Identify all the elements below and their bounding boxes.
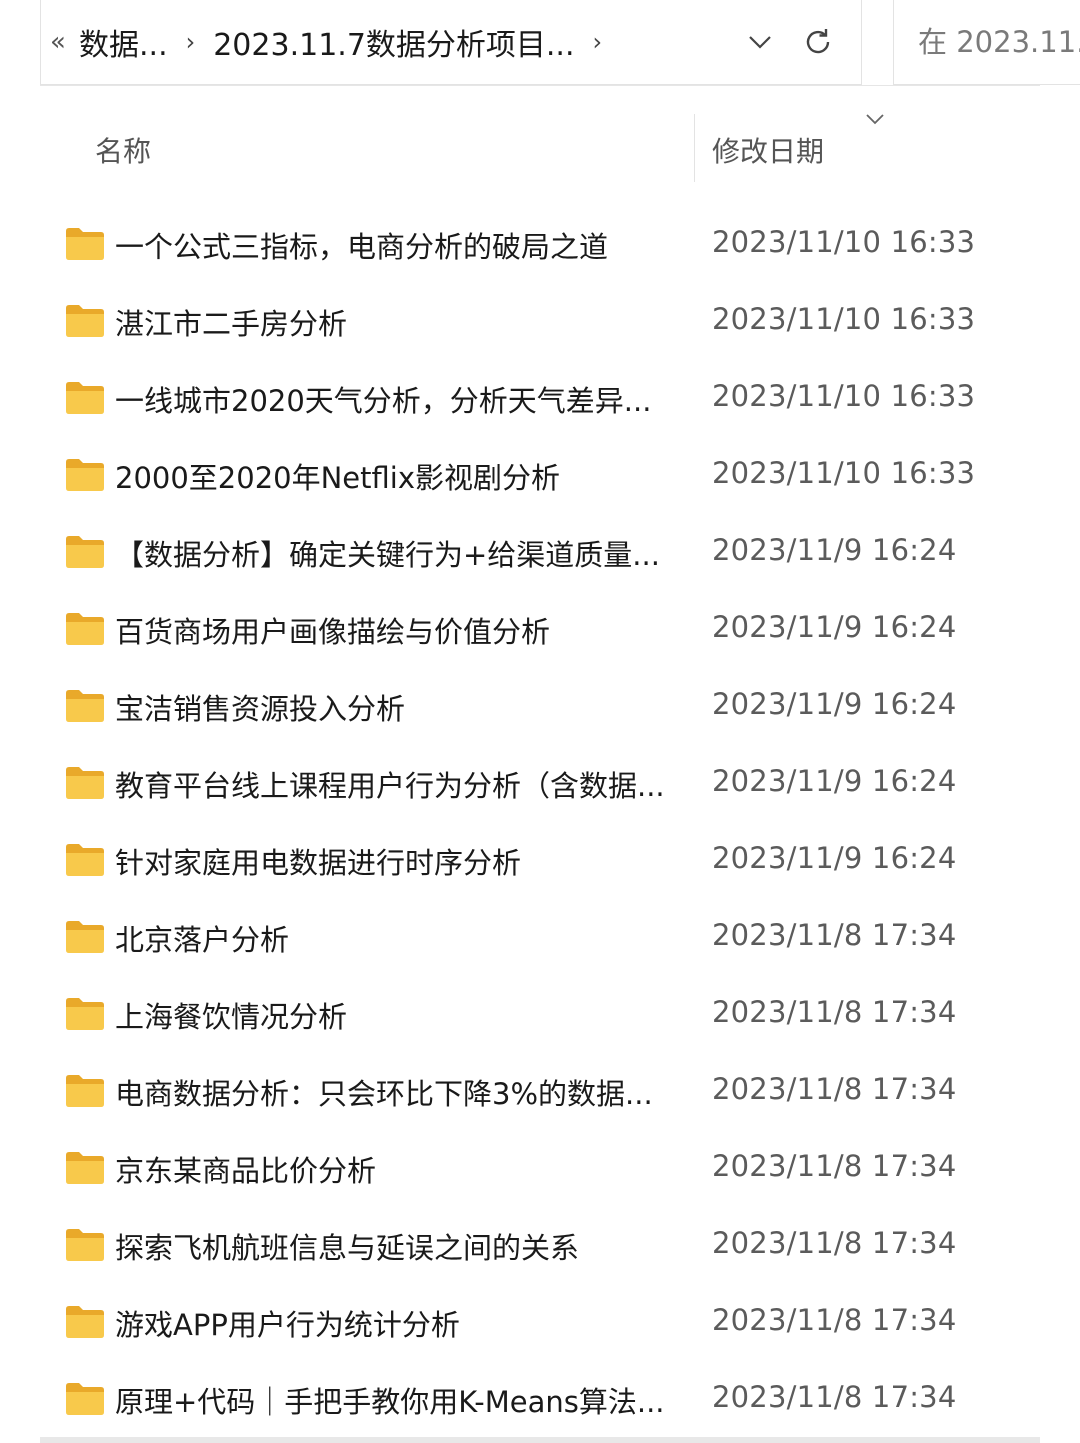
file-row[interactable]: 一个公式三指标，电商分析的破局之道 2023/11/10 16:33	[40, 206, 1040, 283]
folder-icon	[66, 921, 104, 953]
file-row[interactable]: 2000至2020年Netflix影视剧分析 2023/11/10 16:33	[40, 437, 1040, 514]
file-explorer-window: « 数据... › 2023.11.7数据分析项目... › 名称 修改日期	[0, 0, 1080, 1443]
file-date-modified: 2023/11/9 16:24	[712, 841, 957, 875]
file-name: 教育平台线上课程用户行为分析（含数据...	[115, 769, 665, 803]
file-date-modified: 2023/11/9 16:24	[712, 687, 957, 721]
file-row[interactable]: 上海餐饮情况分析 2023/11/8 17:34	[40, 976, 1040, 1053]
file-date-modified: 2023/11/8 17:34	[712, 918, 957, 952]
folder-icon	[66, 998, 104, 1030]
file-date-modified: 2023/11/8 17:34	[712, 1226, 957, 1260]
file-date-modified: 2023/11/9 16:24	[712, 533, 957, 567]
file-date-modified: 2023/11/8 17:34	[712, 1380, 957, 1414]
search-box[interactable]	[893, 0, 1080, 85]
file-row[interactable]: 【数据分析】确定关键行为+给渠道质量... 2023/11/9 16:24	[40, 514, 1040, 591]
file-row[interactable]: 原理+代码｜手把手教你用K-Means算法... 2023/11/8 17:34	[40, 1361, 1040, 1438]
file-date-modified: 2023/11/8 17:34	[712, 1303, 957, 1337]
file-row[interactable]: 北京落户分析 2023/11/8 17:34	[40, 899, 1040, 976]
file-date-modified: 2023/11/8 17:34	[712, 995, 957, 1029]
file-row[interactable]: 京东某商品比价分析 2023/11/8 17:34	[40, 1130, 1040, 1207]
file-row[interactable]: 一线城市2020天气分析，分析天气差异... 2023/11/10 16:33	[40, 360, 1040, 437]
file-name: 【数据分析】确定关键行为+给渠道质量...	[115, 538, 660, 572]
file-row[interactable]: 游戏APP用户行为统计分析 2023/11/8 17:34	[40, 1284, 1040, 1361]
toolbar-divider	[40, 85, 1040, 86]
file-name: 百货商场用户画像描绘与价值分析	[115, 615, 551, 649]
column-header-row: 名称 修改日期	[40, 112, 1040, 184]
chevron-down-icon	[866, 114, 884, 125]
file-name: 电商数据分析：只会环比下降3%的数据...	[115, 1077, 653, 1111]
folder-icon	[66, 1306, 104, 1338]
file-name: 宝洁销售资源投入分析	[115, 692, 406, 726]
file-date-modified: 2023/11/8 17:34	[712, 1072, 957, 1106]
file-date-modified: 2023/11/10 16:33	[712, 379, 976, 413]
horizontal-scrollbar[interactable]	[40, 1437, 1040, 1443]
address-bar[interactable]: « 数据... › 2023.11.7数据分析项目... ›	[40, 0, 862, 85]
folder-icon	[66, 536, 104, 568]
folder-icon	[66, 459, 104, 491]
column-header-name[interactable]: 名称	[95, 130, 151, 170]
refresh-button[interactable]	[789, 13, 847, 71]
file-name: 针对家庭用电数据进行时序分析	[115, 846, 522, 880]
file-row[interactable]: 针对家庭用电数据进行时序分析 2023/11/9 16:24	[40, 822, 1040, 899]
breadcrumb-separator-icon[interactable]: ›	[581, 28, 615, 56]
file-name: 一线城市2020天气分析，分析天气差异...	[115, 384, 652, 418]
file-name: 原理+代码｜手把手教你用K-Means算法...	[115, 1385, 665, 1419]
breadcrumb-item-project[interactable]: 2023.11.7数据分析项目...	[207, 20, 580, 64]
file-date-modified: 2023/11/8 17:34	[712, 1149, 957, 1183]
file-name: 京东某商品比价分析	[115, 1154, 377, 1188]
file-date-modified: 2023/11/10 16:33	[712, 302, 976, 336]
folder-icon	[66, 613, 104, 645]
file-date-modified: 2023/11/9 16:24	[712, 610, 957, 644]
folder-icon	[66, 228, 104, 260]
file-date-modified: 2023/11/10 16:33	[712, 456, 976, 490]
folder-icon	[66, 844, 104, 876]
file-name: 一个公式三指标，电商分析的破局之道	[115, 230, 609, 264]
folder-icon	[66, 690, 104, 722]
file-row[interactable]: 湛江市二手房分析 2023/11/10 16:33	[40, 283, 1040, 360]
folder-icon	[66, 382, 104, 414]
file-name: 探索飞机航班信息与延误之间的关系	[115, 1231, 580, 1265]
address-history-button[interactable]	[731, 13, 789, 71]
file-row[interactable]: 电商数据分析：只会环比下降3%的数据... 2023/11/8 17:34	[40, 1053, 1040, 1130]
file-name: 湛江市二手房分析	[115, 307, 348, 341]
file-row[interactable]: 宝洁销售资源投入分析 2023/11/9 16:24	[40, 668, 1040, 745]
breadcrumb-separator-icon[interactable]: ›	[174, 28, 208, 56]
folder-icon	[66, 767, 104, 799]
file-row[interactable]: 教育平台线上课程用户行为分析（含数据... 2023/11/9 16:24	[40, 745, 1040, 822]
folder-icon	[66, 1152, 104, 1184]
file-date-modified: 2023/11/10 16:33	[712, 225, 976, 259]
file-row[interactable]: 探索飞机航班信息与延误之间的关系 2023/11/8 17:34	[40, 1207, 1040, 1284]
chevron-down-icon	[749, 36, 771, 49]
refresh-icon	[806, 29, 830, 54]
folder-icon	[66, 1383, 104, 1415]
column-divider[interactable]	[694, 114, 695, 182]
folder-icon	[66, 305, 104, 337]
column-header-date-modified[interactable]: 修改日期	[712, 130, 824, 170]
file-list: 一个公式三指标，电商分析的破局之道 2023/11/10 16:33 湛江市二手…	[40, 206, 1040, 1438]
file-name: 2000至2020年Netflix影视剧分析	[115, 461, 560, 495]
breadcrumb-overflow-button[interactable]: «	[43, 27, 73, 57]
search-input[interactable]	[894, 24, 1080, 60]
file-row[interactable]: 百货商场用户画像描绘与价值分析 2023/11/9 16:24	[40, 591, 1040, 668]
file-name: 上海餐饮情况分析	[115, 1000, 348, 1034]
file-name: 游戏APP用户行为统计分析	[115, 1308, 460, 1342]
folder-icon	[66, 1075, 104, 1107]
file-name: 北京落户分析	[115, 923, 290, 957]
folder-icon	[66, 1229, 104, 1261]
file-date-modified: 2023/11/9 16:24	[712, 764, 957, 798]
breadcrumb-item-data[interactable]: 数据...	[73, 20, 174, 64]
